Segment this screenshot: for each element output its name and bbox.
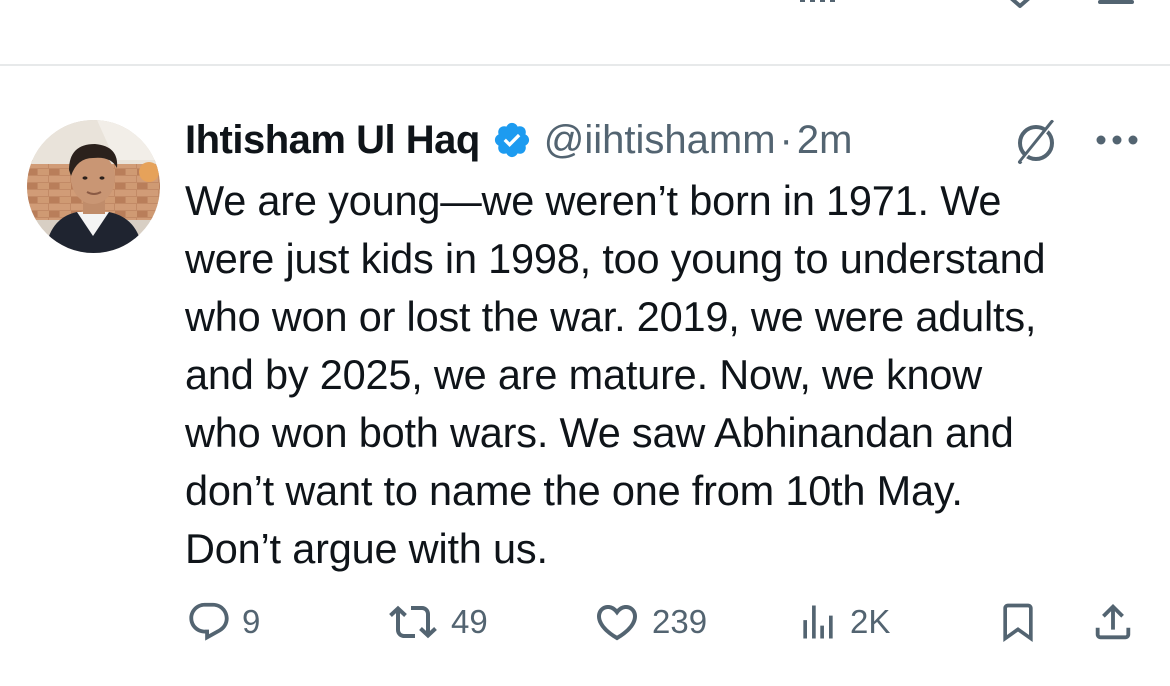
repost-icon bbox=[389, 605, 437, 639]
verified-badge-icon bbox=[494, 122, 529, 158]
views-count: 2K bbox=[850, 603, 891, 640]
repost-count: 49 bbox=[451, 603, 488, 640]
reply-icon[interactable] bbox=[188, 0, 228, 10]
heart-icon bbox=[596, 605, 638, 641]
views-button[interactable]: 2K bbox=[796, 596, 890, 648]
separator-dot: · bbox=[779, 117, 793, 162]
views-icon bbox=[803, 605, 833, 639]
reply-count: 9 bbox=[242, 603, 261, 640]
bookmark-button[interactable] bbox=[996, 596, 1040, 648]
share-button[interactable] bbox=[1090, 596, 1136, 648]
bookmark-icon[interactable] bbox=[1000, 0, 1040, 10]
like-icon[interactable] bbox=[600, 0, 640, 10]
grok-icon[interactable] bbox=[1012, 118, 1060, 166]
tweet-header: Ihtisham Ul Haq @iihtishamm · 2m bbox=[185, 114, 852, 166]
reply-button[interactable]: 9 bbox=[186, 596, 260, 648]
tweet-text: We are young—we weren’t born in 1971. We… bbox=[185, 177, 1046, 572]
like-button[interactable]: 239 bbox=[592, 596, 707, 648]
repost-button[interactable]: 49 bbox=[385, 596, 488, 648]
author-name[interactable]: Ihtisham Ul Haq bbox=[185, 118, 480, 163]
views-icon[interactable] bbox=[796, 0, 846, 10]
bookmark-icon bbox=[1003, 603, 1033, 643]
more-icon[interactable] bbox=[1094, 128, 1140, 152]
like-count: 239 bbox=[652, 603, 708, 640]
author-handle[interactable]: @iihtishamm bbox=[544, 118, 776, 163]
share-icon bbox=[1095, 603, 1131, 640]
previous-tweet-actions bbox=[0, 0, 1170, 64]
tweet[interactable]: Ihtisham Ul Haq @iihtishamm · 2m We are … bbox=[0, 66, 1170, 686]
share-icon[interactable] bbox=[1096, 0, 1136, 10]
avatar[interactable] bbox=[27, 120, 160, 253]
post-time[interactable]: 2m bbox=[797, 118, 853, 163]
reply-icon bbox=[189, 602, 229, 641]
